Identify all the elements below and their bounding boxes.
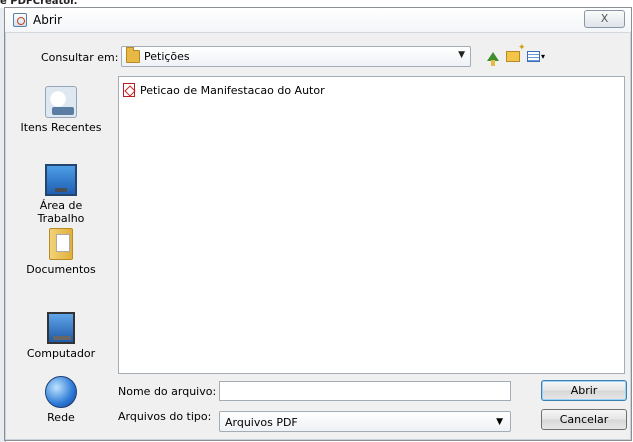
place-computer[interactable]: Computador: [11, 306, 111, 360]
place-label: Rede: [47, 411, 75, 424]
java-app-icon: [13, 13, 27, 27]
file-list[interactable]: Peticao de Manifestacao do Autor: [118, 76, 625, 374]
place-label: Computador: [26, 347, 96, 360]
look-in-label: Consultar em:: [41, 51, 119, 64]
place-label: Área de Trabalho: [37, 199, 85, 225]
place-desktop[interactable]: Área de Trabalho: [11, 158, 111, 225]
cancel-button[interactable]: Cancelar: [541, 409, 627, 430]
open-dialog: Abrir X Consultar em: Petições ▼ ▾ Itens…: [4, 7, 632, 441]
desktop-icon: [45, 164, 77, 196]
places-bar: Itens Recentes Área de Trabalho Document…: [11, 78, 111, 438]
pdf-file-icon: [123, 83, 135, 97]
recent-items-icon: [45, 86, 77, 118]
filetype-label: Arquivos do tipo:: [118, 410, 212, 423]
look-in-value: Petições: [144, 50, 190, 63]
filename-label: Nome do arquivo:: [118, 385, 217, 398]
place-documents[interactable]: Documentos: [11, 228, 111, 276]
dialog-title: Abrir: [33, 13, 63, 27]
place-label: Documentos: [26, 263, 96, 276]
close-button[interactable]: X: [584, 10, 625, 28]
new-folder-button[interactable]: [503, 43, 525, 66]
chevron-down-icon: ▼: [496, 417, 503, 427]
folder-icon: [126, 47, 140, 63]
computer-icon: [47, 312, 75, 344]
up-one-level-button[interactable]: [483, 47, 502, 66]
new-folder-icon: [505, 43, 525, 62]
documents-icon: [49, 228, 73, 260]
view-menu-button[interactable]: ▾: [523, 47, 549, 66]
chevron-down-icon: ▼: [458, 50, 465, 60]
file-name: Peticao de Manifestacao do Autor: [140, 83, 325, 97]
place-label: Itens Recentes: [20, 121, 102, 134]
filetype-combo[interactable]: Arquivos PDF ▼: [219, 411, 511, 432]
chevron-down-icon: ▾: [540, 52, 545, 61]
list-item[interactable]: Peticao de Manifestacao do Autor: [123, 82, 325, 98]
place-network[interactable]: Rede: [11, 376, 111, 424]
open-button[interactable]: Abrir: [541, 380, 627, 401]
filetype-value: Arquivos PDF: [225, 416, 298, 429]
dialog-titlebar[interactable]: Abrir X: [5, 8, 631, 33]
view-menu-icon: [526, 51, 540, 62]
look-in-combo[interactable]: Petições ▼: [121, 46, 471, 67]
place-recent-items[interactable]: Itens Recentes: [11, 86, 111, 134]
up-one-level-icon: [486, 52, 499, 66]
network-icon: [45, 376, 77, 408]
filename-input[interactable]: [219, 381, 511, 401]
